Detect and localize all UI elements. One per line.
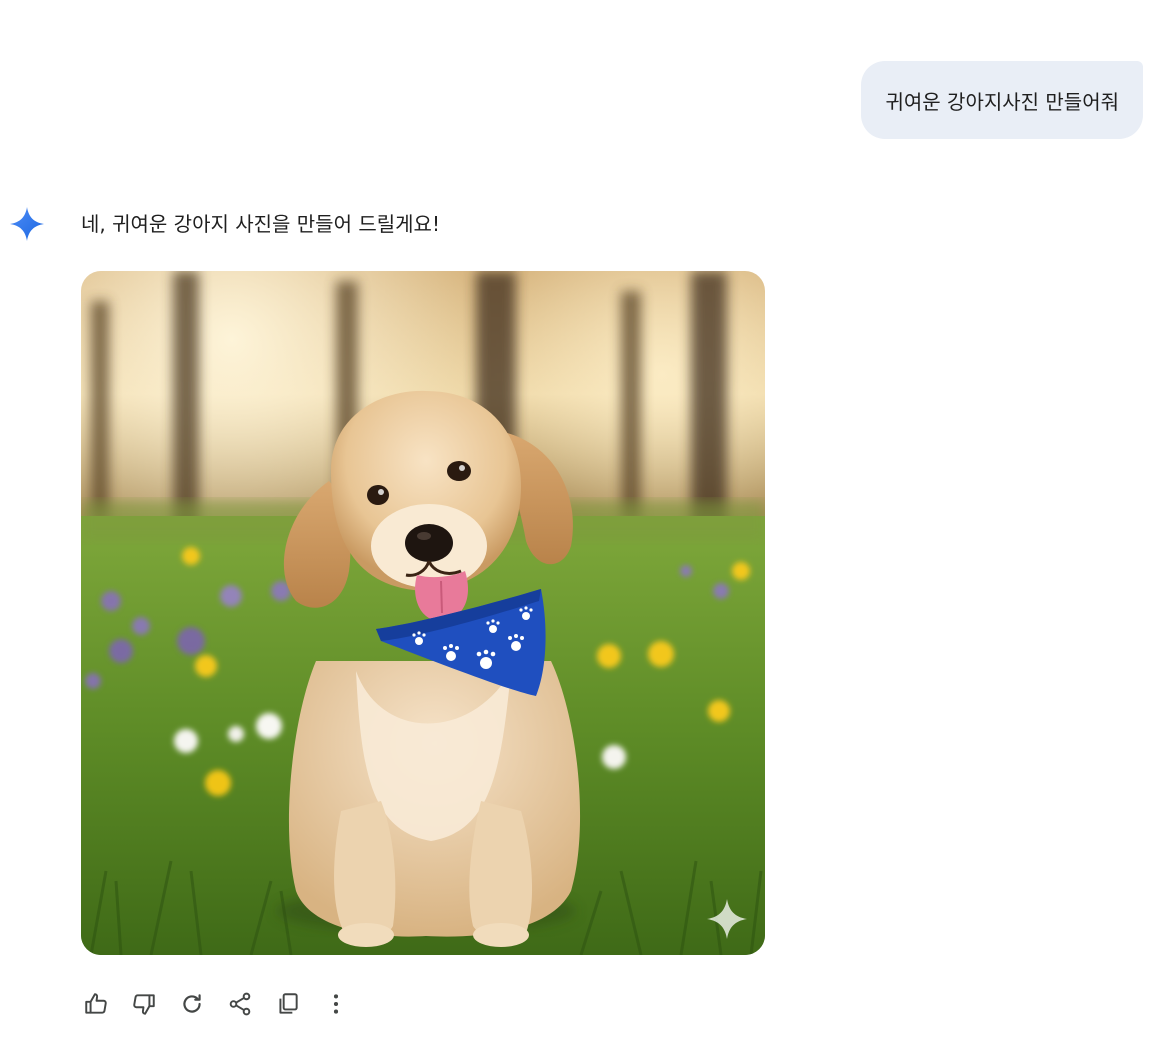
user-message-row: 귀여운 강아지사진 만들어줘 <box>861 61 1143 139</box>
chat-page: 귀여운 강아지사진 만들어줘 네, 귀여운 강아지 사진을 만들어 드릴게요! <box>0 0 1164 1056</box>
thumbs-up-icon <box>83 991 109 1017</box>
copy-button[interactable] <box>270 986 306 1022</box>
assistant-message-text: 네, 귀여운 강아지 사진을 만들어 드릴게요! <box>81 212 440 236</box>
thumbs-down-button[interactable] <box>126 986 162 1022</box>
gemini-spark-icon <box>9 206 45 242</box>
user-message-text: 귀여운 강아지사진 만들어줘 <box>885 89 1119 114</box>
share-button[interactable] <box>222 986 258 1022</box>
response-action-bar <box>78 986 354 1022</box>
more-options-button[interactable] <box>318 986 354 1022</box>
copy-icon <box>275 991 301 1017</box>
more-vertical-icon <box>323 991 349 1017</box>
generated-image[interactable] <box>81 271 765 955</box>
thumbs-down-icon <box>131 991 157 1017</box>
share-icon <box>227 991 253 1017</box>
thumbs-up-button[interactable] <box>78 986 114 1022</box>
user-message-bubble: 귀여운 강아지사진 만들어줘 <box>861 61 1143 139</box>
regenerate-icon <box>179 991 205 1017</box>
regenerate-button[interactable] <box>174 986 210 1022</box>
